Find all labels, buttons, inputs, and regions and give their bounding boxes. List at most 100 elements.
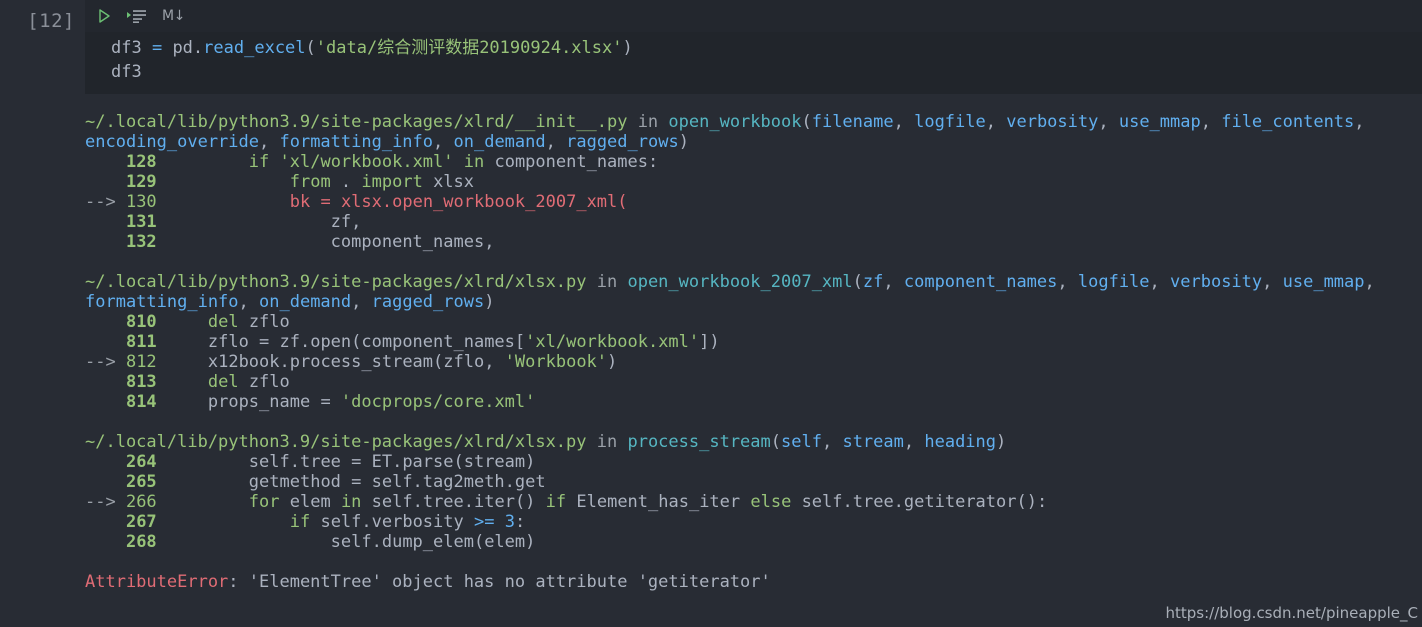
traceback-line-number: 268 bbox=[126, 532, 167, 552]
cell-toolbar: M↓ bbox=[85, 0, 1422, 32]
code-token: Element_has_iter bbox=[576, 492, 750, 512]
code-token bbox=[167, 232, 331, 252]
code-token: else bbox=[750, 492, 801, 512]
code-token: in bbox=[587, 432, 628, 452]
code-token: df3 bbox=[111, 38, 152, 58]
traceback-line-number: 810 bbox=[126, 312, 167, 332]
code-cell: [12] M↓ bbox=[0, 0, 1422, 94]
traceback-frame-header: ~/.local/lib/python3.9/site-packages/xlr… bbox=[85, 112, 1422, 132]
code-token bbox=[167, 172, 290, 192]
code-token bbox=[167, 332, 208, 352]
traceback-arrow-marker bbox=[85, 212, 126, 232]
code-editor-area[interactable]: df3 = pd.read_excel('data/综合测评数据20190924… bbox=[85, 32, 1422, 94]
traceback-arrow-marker bbox=[85, 232, 126, 252]
code-token: , bbox=[1262, 272, 1282, 292]
code-token bbox=[167, 492, 249, 512]
traceback-source-line: 264 self.tree = ET.parse(stream) bbox=[85, 452, 1422, 472]
traceback-spacer bbox=[85, 252, 1422, 272]
traceback-source-line: 265 getmethod = self.tag2meth.get bbox=[85, 472, 1422, 492]
code-token: open_workbook_2007_xml bbox=[627, 272, 852, 292]
code-token: read_excel bbox=[203, 38, 305, 58]
traceback-frame-header-cont: formatting_info, on_demand, ragged_rows) bbox=[85, 292, 1422, 312]
code-token: ragged_rows bbox=[566, 132, 679, 152]
code-token: pd bbox=[172, 38, 192, 58]
code-token: , bbox=[546, 132, 566, 152]
code-token: ( bbox=[853, 272, 863, 292]
traceback-arrow-marker: --> bbox=[85, 192, 126, 212]
error-summary-line: AttributeError: 'ElementTree' object has… bbox=[85, 572, 1422, 592]
code-token: on_demand bbox=[259, 292, 351, 312]
code-token: : bbox=[515, 512, 525, 532]
code-token: self.dump_elem(elem) bbox=[331, 532, 536, 552]
code-token: verbosity bbox=[1170, 272, 1262, 292]
code-token: if bbox=[290, 512, 321, 532]
code-token: ) bbox=[679, 132, 689, 152]
watermark-url: https://blog.csdn.net/pineapple_C bbox=[1166, 604, 1418, 622]
code-token bbox=[167, 192, 290, 212]
code-token: xlsx bbox=[433, 172, 474, 192]
code-token: elem bbox=[290, 492, 341, 512]
code-token: ragged_rows bbox=[372, 292, 485, 312]
traceback-arrow-marker bbox=[85, 312, 126, 332]
traceback-frame-header: ~/.local/lib/python3.9/site-packages/xlr… bbox=[85, 432, 1422, 452]
traceback-source-line: 814 props_name = 'docprops/core.xml' bbox=[85, 392, 1422, 412]
code-token: , bbox=[351, 292, 371, 312]
error-message-text: : 'ElementTree' object has no attribute … bbox=[228, 572, 770, 592]
traceback-line-number: 812 bbox=[126, 352, 167, 372]
code-token: verbosity bbox=[1006, 112, 1098, 132]
code-token: file_contents bbox=[1221, 112, 1354, 132]
traceback-line-number: 813 bbox=[126, 372, 167, 392]
traceback-line-number: 814 bbox=[126, 392, 167, 412]
markdown-toggle-label[interactable]: M↓ bbox=[162, 8, 185, 24]
code-token bbox=[167, 212, 331, 232]
run-all-cells-icon[interactable] bbox=[126, 5, 148, 27]
traceback-source-line: 813 del zflo bbox=[85, 372, 1422, 392]
traceback-source-line: 267 if self.verbosity >= 3: bbox=[85, 512, 1422, 532]
traceback-source-line: 131 zf, bbox=[85, 212, 1422, 232]
traceback-arrow-marker bbox=[85, 172, 126, 192]
code-token: 'data/综合测评数据20190924.xlsx' bbox=[316, 38, 623, 58]
code-token: ) bbox=[484, 292, 494, 312]
traceback-source-line: 810 del zflo bbox=[85, 312, 1422, 332]
code-token: formatting_info bbox=[85, 292, 239, 312]
code-token bbox=[167, 372, 208, 392]
code-token: , bbox=[904, 432, 924, 452]
code-token bbox=[167, 352, 208, 372]
execution-count-prompt: [12] bbox=[0, 0, 85, 31]
traceback-line-number: 811 bbox=[126, 332, 167, 352]
code-token: process_stream bbox=[627, 432, 770, 452]
error-type-name: AttributeError bbox=[85, 572, 228, 592]
code-token: , bbox=[822, 432, 842, 452]
code-token: heading bbox=[924, 432, 996, 452]
code-token: stream bbox=[842, 432, 903, 452]
code-token: zf, bbox=[331, 212, 362, 232]
traceback-frame: ~/.local/lib/python3.9/site-packages/xlr… bbox=[85, 432, 1422, 552]
code-token: , bbox=[1354, 112, 1374, 132]
code-token: del bbox=[208, 372, 249, 392]
code-token: use_mmap bbox=[1283, 272, 1365, 292]
traceback-frame-header: ~/.local/lib/python3.9/site-packages/xlr… bbox=[85, 272, 1422, 292]
run-cell-icon[interactable] bbox=[96, 5, 112, 27]
code-token: ) bbox=[607, 352, 617, 372]
traceback-line-number: 267 bbox=[126, 512, 167, 532]
code-token: from bbox=[290, 172, 341, 192]
code-token: component_names bbox=[904, 272, 1058, 292]
code-token: ) bbox=[622, 38, 632, 58]
code-token: if bbox=[249, 152, 280, 172]
code-token: for bbox=[249, 492, 290, 512]
code-token: 'xl/workbook.xml' bbox=[525, 332, 699, 352]
code-token bbox=[167, 472, 249, 492]
code-token: on_demand bbox=[454, 132, 546, 152]
traceback-source-line: 268 self.dump_elem(elem) bbox=[85, 532, 1422, 552]
code-token: use_mmap bbox=[1119, 112, 1201, 132]
code-token: , bbox=[1098, 112, 1118, 132]
code-token: self.verbosity bbox=[320, 512, 474, 532]
code-token: component_names: bbox=[494, 152, 658, 172]
traceback-arrow-marker bbox=[85, 392, 126, 412]
code-token: , bbox=[1201, 112, 1221, 132]
code-token: , bbox=[894, 112, 914, 132]
code-token bbox=[167, 512, 290, 532]
code-token: = bbox=[320, 192, 340, 212]
code-token: del bbox=[208, 312, 249, 332]
traceback-arrow-marker bbox=[85, 332, 126, 352]
